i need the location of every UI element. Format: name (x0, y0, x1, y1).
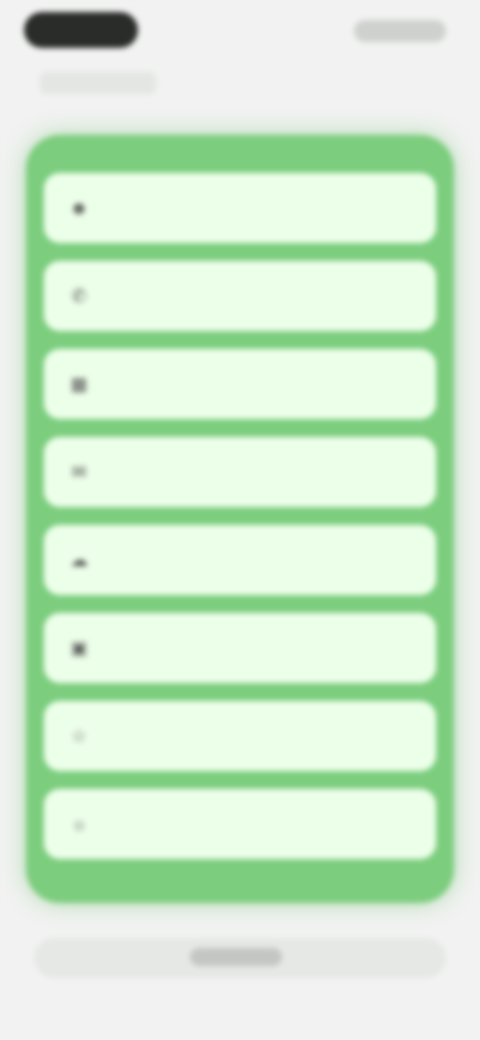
sun-icon: ☼ (70, 813, 88, 834)
list-item[interactable]: ▦ (44, 349, 436, 419)
item-list: ☻ ✆ ▦ ✉ ☁ ▣ ☆ ☼ (44, 173, 436, 877)
list-item[interactable]: ✆ (44, 261, 436, 331)
calendar-icon: ▦ (70, 373, 88, 394)
list-item[interactable]: ☻ (44, 173, 436, 243)
home-indicator[interactable] (190, 948, 282, 966)
status-pill (24, 12, 138, 48)
star-icon: ☆ (70, 725, 88, 746)
app-screen: ☻ ✆ ▦ ✉ ☁ ▣ ☆ ☼ (0, 0, 480, 1040)
list-item[interactable]: ✉ (44, 437, 436, 507)
list-item[interactable]: ☆ (44, 701, 436, 771)
list-card: ☻ ✆ ▦ ✉ ☁ ▣ ☆ ☼ (26, 135, 454, 903)
person-icon: ☻ (69, 197, 89, 218)
cloud-icon: ☁ (70, 549, 88, 570)
status-indicators (354, 20, 446, 42)
list-item[interactable]: ▣ (44, 613, 436, 683)
list-item[interactable]: ☼ (44, 789, 436, 859)
message-icon: ✉ (71, 461, 87, 482)
list-item[interactable]: ☁ (44, 525, 436, 595)
page-title (40, 72, 156, 94)
phone-icon: ✆ (71, 285, 87, 306)
grid-icon: ▣ (70, 637, 88, 658)
status-bar (0, 0, 480, 64)
